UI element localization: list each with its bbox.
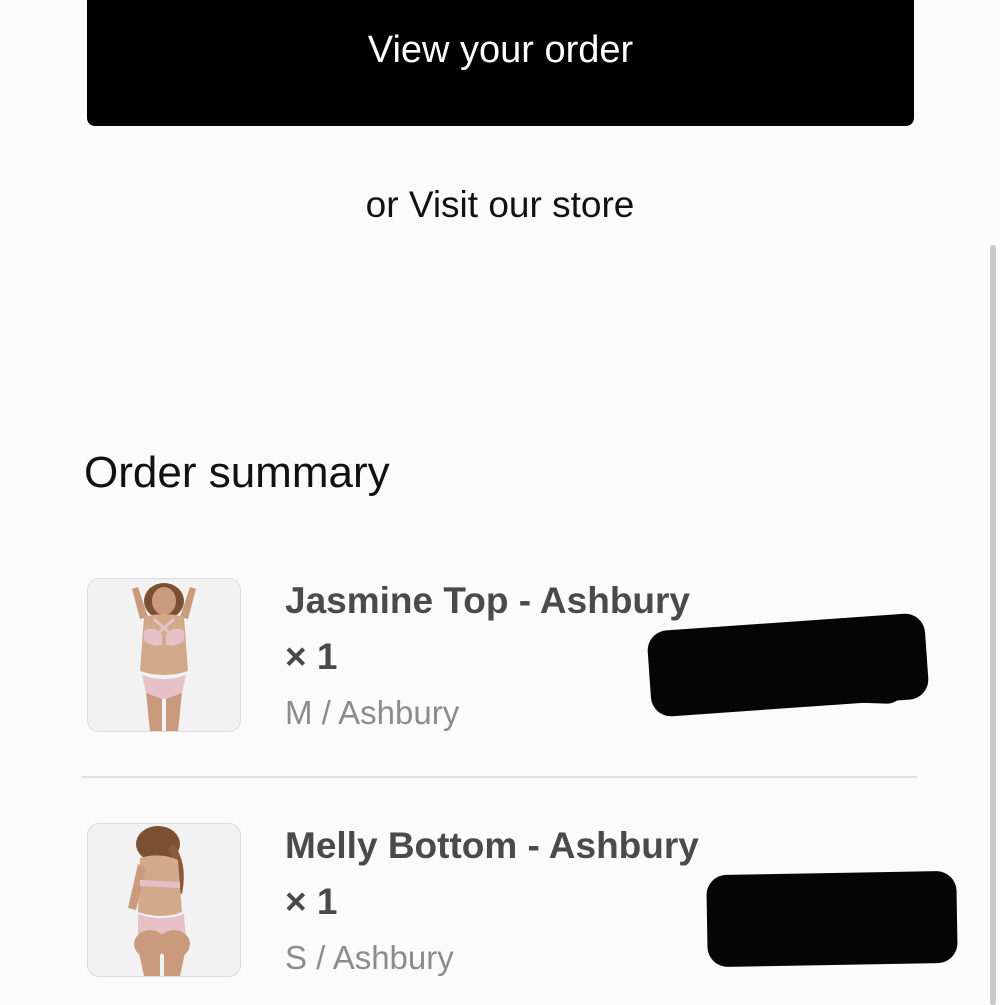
bikini-bottom-photo-icon bbox=[88, 824, 240, 976]
item-variant: S / Ashbury bbox=[285, 939, 454, 976]
or-text: or bbox=[365, 184, 399, 225]
price-redaction bbox=[656, 635, 908, 705]
price-redaction bbox=[715, 888, 951, 962]
product-thumbnail bbox=[87, 823, 241, 977]
item-quantity: × 1 bbox=[285, 636, 338, 677]
order-item: Melly Bottom - Ashbury × 1 S / Ashbury bbox=[87, 823, 958, 983]
product-thumbnail bbox=[87, 578, 241, 732]
item-name: Melly Bottom - Ashbury bbox=[285, 825, 699, 866]
item-name: Jasmine Top - Ashbury bbox=[285, 580, 691, 621]
item-divider bbox=[82, 776, 917, 778]
view-order-label: View your order bbox=[367, 28, 634, 71]
visit-store-line: or Visit our store bbox=[0, 184, 1000, 226]
scrollbar[interactable] bbox=[990, 245, 996, 1005]
order-summary-title: Order summary bbox=[84, 448, 390, 497]
bikini-top-photo-icon bbox=[88, 579, 240, 731]
visit-store-link[interactable]: Visit our store bbox=[409, 184, 635, 225]
item-quantity: × 1 bbox=[285, 881, 338, 922]
item-variant: M / Ashbury bbox=[285, 694, 460, 731]
view-order-button[interactable]: View your order bbox=[87, 0, 914, 126]
order-item: Jasmine Top - Ashbury × 1 M / Ashbury bbox=[87, 578, 930, 738]
